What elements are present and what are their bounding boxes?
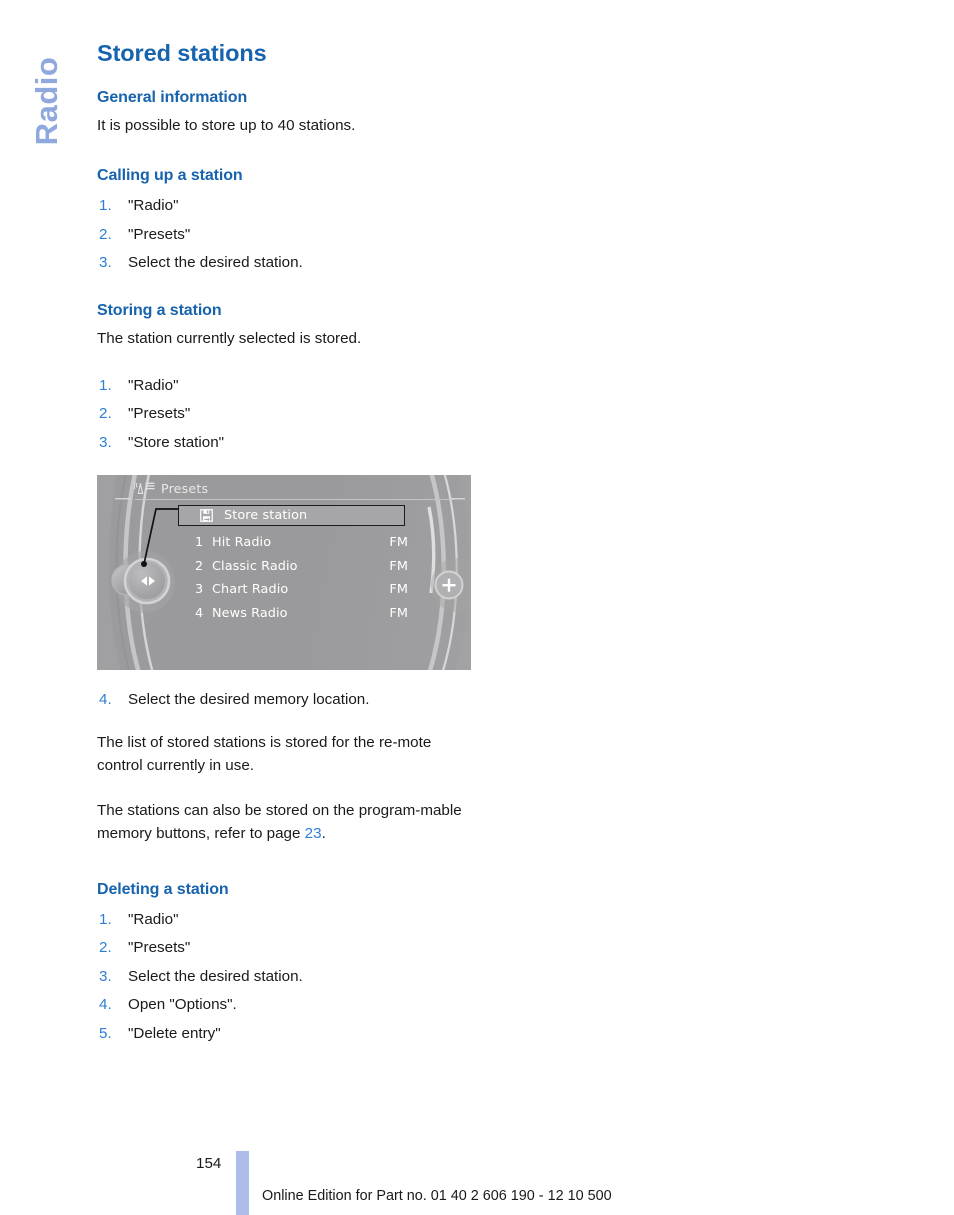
list-item[interactable]: 4 News Radio FM — [195, 602, 408, 626]
page-title: Stored stations — [97, 40, 267, 66]
idrive-store-station-label: Store station — [224, 508, 308, 523]
list-item[interactable]: 2 Classic Radio FM — [195, 555, 408, 579]
preset-name: Classic Radio — [212, 558, 298, 574]
preset-band: FM — [389, 535, 408, 551]
storing-intro-text: The station currently selected is stored… — [97, 329, 362, 347]
storing-note-memory-buttons: The stations can also be stored on the p… — [97, 799, 477, 845]
chapter-tab-label: Radio — [29, 56, 64, 146]
page-number: 154 — [196, 1155, 222, 1172]
chapter-tab: Radio — [0, 28, 90, 178]
list-item[interactable]: 3 Chart Radio FM — [195, 578, 408, 602]
list-item: Select the desired station. — [99, 963, 303, 991]
note-text-after: . — [321, 824, 326, 842]
idrive-screen-figure: Presets Store station 1 Hit Radio FM 2 C… — [97, 475, 471, 670]
list-item: "Delete entry" — [99, 1020, 221, 1048]
section-heading-storing-a-station: Storing a station — [97, 301, 222, 319]
preset-band: FM — [389, 605, 408, 621]
radio-list-icon — [134, 481, 155, 494]
idrive-store-station-row[interactable]: Store station — [178, 505, 405, 526]
section-heading-general-information: General information — [97, 89, 248, 106]
idrive-header-title: Presets — [161, 480, 209, 496]
preset-index: 1 — [195, 535, 204, 551]
section-heading-deleting-a-station: Deleting a station — [97, 880, 229, 898]
list-item: "Radio" — [99, 906, 179, 934]
preset-name: Hit Radio — [212, 535, 272, 551]
calling-up-steps-list: "Radio" "Presets" Select the desired sta… — [97, 192, 477, 278]
general-information-body: It is possible to store up to 40 station… — [97, 117, 356, 134]
preset-index: 2 — [195, 558, 204, 574]
preset-name: Chart Radio — [212, 582, 289, 598]
page-content: Stored stations General information It i… — [97, 40, 477, 1048]
preset-index: 3 — [195, 582, 204, 598]
page-reference-link[interactable]: 23 — [305, 825, 322, 842]
deleting-steps-list: "Radio" "Presets" Select the desired sta… — [97, 906, 477, 1049]
idrive-header-divider — [135, 499, 455, 500]
list-item: Open "Options". — [99, 991, 237, 1019]
storing-note-remote-control: The list of stored stations is stored fo… — [97, 733, 432, 774]
note-text-before: The stations can also be stored on the p… — [97, 801, 462, 842]
storing-steps-list: "Radio" "Presets" "Store station" — [97, 372, 477, 458]
idrive-preset-list: 1 Hit Radio FM 2 Classic Radio FM 3 Char… — [195, 531, 408, 625]
preset-index: 4 — [195, 605, 204, 621]
list-item[interactable]: 1 Hit Radio FM — [195, 531, 408, 555]
floppy-save-icon — [200, 509, 213, 522]
preset-band: FM — [389, 558, 408, 574]
footer-accent-bar — [236, 1151, 249, 1215]
list-item: "Presets" — [99, 221, 191, 249]
storing-step-4: 4. Select the desired memory location. — [97, 686, 477, 715]
footer-edition-note: Online Edition for Part no. 01 40 2 606 … — [262, 1188, 612, 1204]
list-item: Select the desired station. — [99, 249, 303, 277]
list-item: "Store station" — [99, 429, 225, 457]
list-item: "Presets" — [99, 400, 191, 428]
preset-band: FM — [389, 582, 408, 598]
step-text: Select the desired memory location. — [128, 691, 370, 708]
preset-name: News Radio — [212, 605, 288, 621]
step-number: 4. — [99, 691, 112, 708]
section-heading-calling-up-a-station: Calling up a station — [97, 167, 243, 184]
idrive-header: Presets — [134, 478, 454, 498]
list-item: "Radio" — [99, 372, 179, 400]
list-item: "Radio" — [99, 192, 179, 220]
list-item: "Presets" — [99, 934, 191, 962]
